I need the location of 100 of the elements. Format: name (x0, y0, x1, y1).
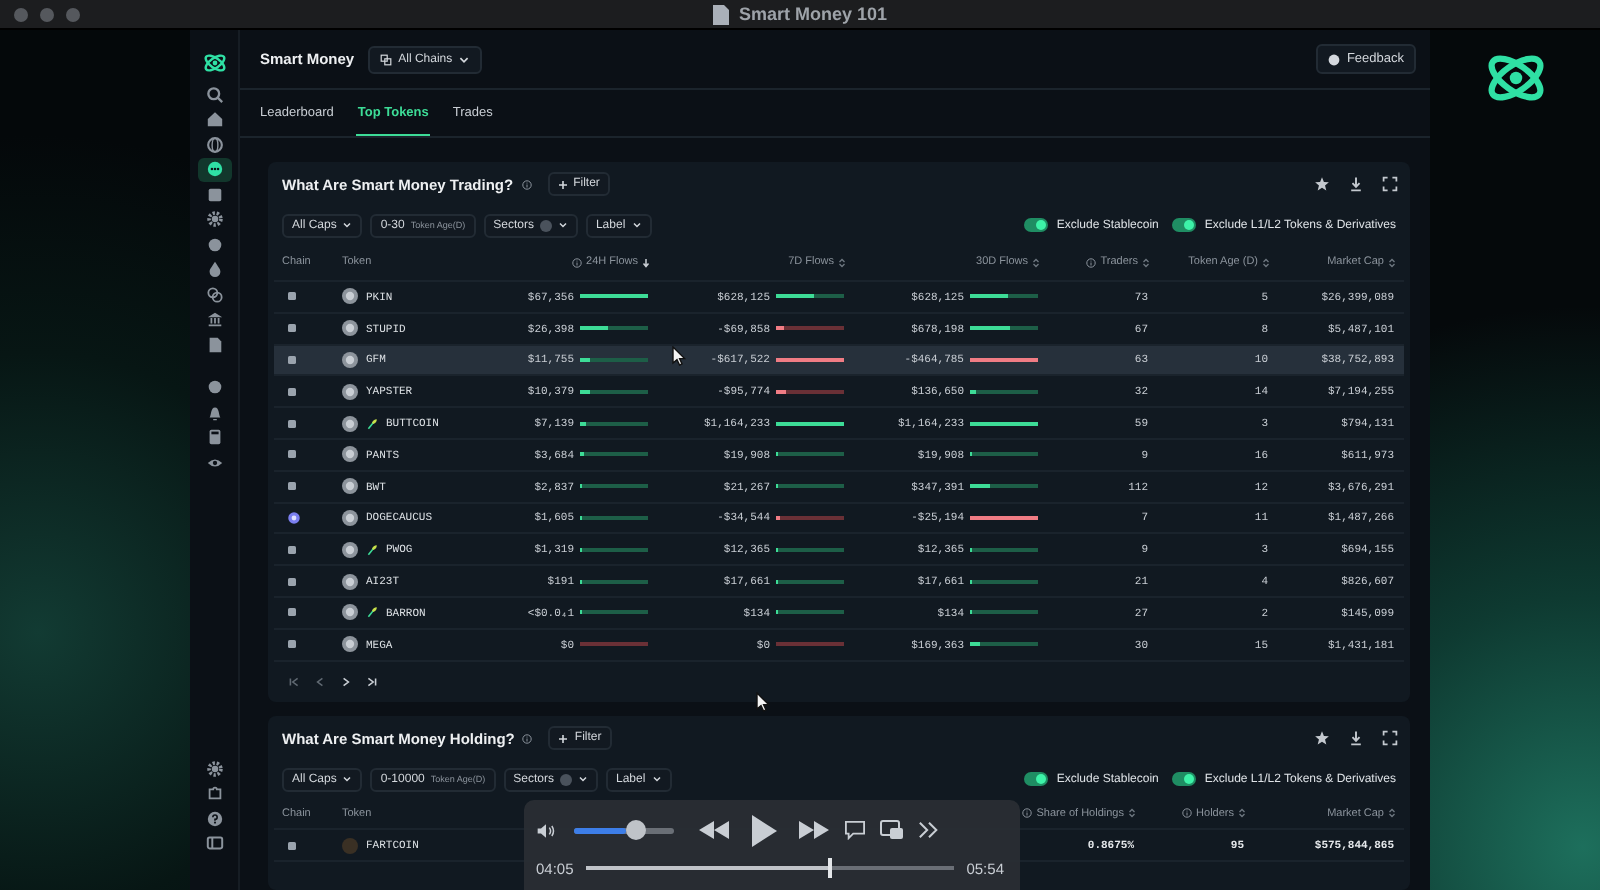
logo-icon[interactable] (201, 50, 227, 76)
panel-icon[interactable] (205, 834, 223, 853)
play-icon[interactable] (750, 813, 778, 847)
caret-icon (342, 220, 353, 230)
chain-icon (288, 511, 300, 524)
flow-bar (776, 452, 844, 457)
fast-forward-icon[interactable] (798, 820, 830, 840)
home-icon[interactable] (205, 110, 223, 129)
bell-icon[interactable] (205, 403, 223, 422)
sort-icon[interactable] (1238, 808, 1246, 818)
star-icon[interactable] (1314, 730, 1330, 746)
sprout-icon (366, 417, 378, 430)
flow-bar (776, 389, 844, 394)
window-title: Smart Money 101 (738, 4, 888, 24)
flow-bar (970, 579, 1038, 584)
plus-icon (558, 733, 569, 743)
count-badge-icon (559, 773, 572, 785)
caret-icon (557, 220, 568, 230)
progress-slider[interactable] (585, 858, 955, 878)
sort-down-icon[interactable] (642, 257, 650, 267)
info-icon (1086, 257, 1097, 267)
sort-icon[interactable] (1388, 257, 1396, 267)
next-page-icon[interactable] (340, 675, 352, 688)
sort-icon[interactable] (1142, 257, 1150, 267)
toggle-switch[interactable] (1024, 772, 1049, 786)
chain-icon (380, 53, 393, 65)
toggle-switch[interactable] (1172, 218, 1197, 232)
fullscreen-icon[interactable] (1382, 176, 1398, 192)
help-icon[interactable] (205, 809, 223, 828)
caret-icon (342, 774, 353, 784)
chain-icon (288, 419, 296, 428)
flow-bar (580, 452, 648, 457)
flow-bar (580, 610, 648, 615)
search-icon[interactable] (205, 85, 223, 104)
chain-icon (288, 577, 296, 586)
sort-icon[interactable] (1032, 257, 1040, 267)
flow-bar (580, 515, 648, 520)
flow-bar (970, 547, 1038, 552)
circle-icon[interactable] (205, 235, 223, 254)
previous-page-icon[interactable] (314, 675, 326, 688)
gear-icon[interactable] (205, 759, 223, 778)
sort-icon[interactable] (1388, 808, 1396, 818)
rewind-icon[interactable] (698, 820, 730, 840)
flow-bar (776, 515, 844, 520)
sort-icon[interactable] (1262, 257, 1270, 267)
sort-icon[interactable] (838, 257, 846, 267)
flow-bar (970, 326, 1038, 331)
flow-bar (776, 579, 844, 584)
chain-icon (288, 608, 296, 617)
flow-bar (970, 642, 1038, 647)
flow-bar (776, 547, 844, 552)
chain-icon (288, 482, 296, 491)
caret-icon (577, 774, 588, 784)
flow-bar (580, 389, 648, 394)
document-icon[interactable] (205, 335, 223, 354)
flow-bar (970, 452, 1038, 457)
first-page-icon[interactable] (288, 675, 300, 688)
flow-bar (776, 484, 844, 489)
flow-bar (970, 484, 1038, 489)
captions-icon[interactable] (844, 820, 866, 840)
download-icon[interactable] (1348, 730, 1364, 746)
last-page-icon[interactable] (366, 675, 378, 688)
flow-bar (580, 484, 648, 489)
volume-icon[interactable] (536, 821, 556, 839)
chain-icon (288, 640, 296, 649)
info-icon (521, 179, 532, 189)
square-icon[interactable] (205, 185, 223, 204)
drop-icon[interactable] (205, 260, 223, 279)
flow-bar (580, 294, 648, 299)
calculator-icon[interactable] (205, 428, 223, 447)
circle-icon[interactable] (205, 378, 223, 397)
flow-bar (970, 610, 1038, 615)
info-icon (522, 733, 533, 743)
flow-bar (970, 389, 1038, 394)
globe-icon[interactable] (205, 135, 223, 154)
flow-bar (970, 515, 1038, 520)
flow-bar (970, 294, 1038, 299)
plus-icon (557, 179, 568, 189)
cursor-icon (672, 346, 686, 366)
coins-icon[interactable] (205, 285, 223, 304)
picture-in-picture-icon[interactable] (880, 820, 904, 840)
sort-icon[interactable] (1128, 808, 1136, 818)
token-avatar-icon (342, 837, 358, 853)
download-icon[interactable] (1348, 176, 1364, 192)
chain-icon (288, 450, 296, 459)
info-icon (1182, 808, 1193, 818)
fullscreen-icon[interactable] (1382, 730, 1398, 746)
caret-icon (458, 53, 471, 65)
toggle-switch[interactable] (1024, 218, 1049, 232)
chain-icon (288, 387, 296, 396)
info-icon (572, 257, 583, 267)
toggle-switch[interactable] (1172, 772, 1197, 786)
flow-bar (776, 421, 844, 426)
chain-icon (288, 292, 296, 301)
bank-icon[interactable] (205, 310, 223, 329)
gear-icon[interactable] (205, 210, 223, 229)
skip-icon[interactable] (918, 820, 940, 840)
flow-bar (580, 579, 648, 584)
flow-bar (776, 610, 844, 615)
star-icon[interactable] (1314, 176, 1330, 192)
